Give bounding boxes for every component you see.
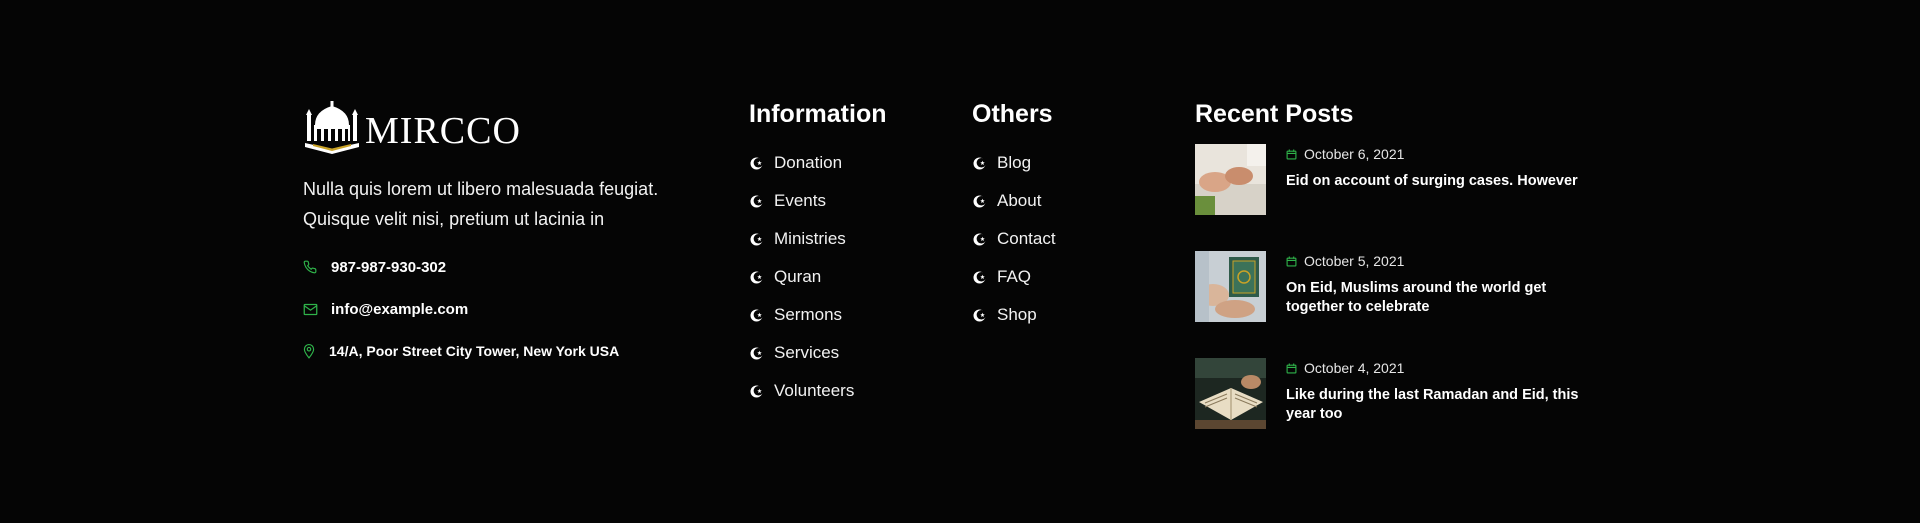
information-links: Donation Events Ministries Quran Sermons… [749,144,887,410]
mosque-logo-icon [305,101,359,154]
crescent-star-icon [749,155,765,171]
post-meta: October 4, 2021 Like during the last Ram… [1286,358,1615,424]
footer-link-contact[interactable]: Contact [972,220,1056,258]
footer-link-label: Blog [997,153,1032,172]
footer-link-label: FAQ [997,267,1032,286]
calendar-icon [1286,148,1298,160]
recent-post: October 6, 2021 Eid on account of surgin… [1195,144,1615,215]
others-heading: Others [972,100,1053,128]
calendar-icon [1286,362,1298,374]
recent-posts-column: Recent Posts October 6, 2021 Eid on acco… [1195,96,1615,465]
map-pin-icon [303,343,321,359]
post-date-text: October 4, 2021 [1304,360,1405,376]
contact-email[interactable]: info@example.com [303,288,703,330]
others-links: Blog About Contact FAQ Shop [972,144,1056,334]
crescent-star-icon [749,307,765,323]
footer-link-shop[interactable]: Shop [972,296,1056,334]
envelope-icon [303,303,321,316]
footer-link-label: Ministries [774,229,846,248]
contact-phone[interactable]: 987-987-930-302 [303,246,703,288]
phone-icon [303,260,321,274]
address-text: 14/A, Poor Street City Tower, New York U… [329,343,620,359]
post-thumbnail[interactable] [1195,144,1266,215]
contact-list: 987-987-930-302 info@example.com 14/A, P… [303,246,703,372]
post-meta: October 5, 2021 On Eid, Muslims around t… [1286,251,1615,317]
footer-link-label: Sermons [774,305,843,324]
email-address: info@example.com [331,300,469,318]
footer-link-label: Events [774,191,826,210]
recent-post: October 4, 2021 Like during the last Ram… [1195,358,1615,429]
recent-posts-heading: Recent Posts [1195,100,1354,128]
logo-text: MIRCCO [365,110,521,152]
about-text: Nulla quis lorem ut libero malesuada feu… [303,179,659,229]
footer-link-label: Volunteers [774,381,855,400]
post-thumbnail[interactable] [1195,251,1266,322]
footer-link-services[interactable]: Services [749,334,887,372]
footer-link-quran[interactable]: Quran [749,258,887,296]
post-date: October 6, 2021 [1286,144,1615,164]
post-meta: October 6, 2021 Eid on account of surgin… [1286,144,1615,191]
footer-link-about[interactable]: About [972,182,1056,220]
crescent-star-icon [972,193,988,209]
post-title-link[interactable]: Eid on account of surging cases. However [1286,172,1606,191]
footer-link-ministries[interactable]: Ministries [749,220,887,258]
footer-link-events[interactable]: Events [749,182,887,220]
phone-number: 987-987-930-302 [331,258,447,276]
crescent-star-icon [749,345,765,361]
crescent-star-icon [972,231,988,247]
crescent-star-icon [749,193,765,209]
others-column: Others Blog About Contact FAQ Shop [972,96,1056,334]
crescent-star-icon [749,269,765,285]
footer-link-blog[interactable]: Blog [972,144,1056,182]
site-footer: MIRCCO Nulla quis lorem ut libero malesu… [0,0,1920,523]
footer-link-faq[interactable]: FAQ [972,258,1056,296]
footer-link-volunteers[interactable]: Volunteers [749,372,887,410]
crescent-star-icon [972,307,988,323]
footer-brand: MIRCCO Nulla quis lorem ut libero malesu… [303,100,703,372]
post-title-link[interactable]: On Eid, Muslims around the world get tog… [1286,279,1606,317]
information-column: Information Donation Events Ministries Q… [749,96,887,410]
post-title-link[interactable]: Like during the last Ramadan and Eid, th… [1286,386,1606,424]
recent-posts-list: October 6, 2021 Eid on account of surgin… [1195,144,1615,429]
crescent-star-icon [749,231,765,247]
calendar-icon [1286,255,1298,267]
footer-link-label: Contact [997,229,1056,248]
crescent-star-icon [972,155,988,171]
recent-post: October 5, 2021 On Eid, Muslims around t… [1195,251,1615,322]
crescent-star-icon [749,383,765,399]
post-date: October 5, 2021 [1286,251,1615,271]
contact-address: 14/A, Poor Street City Tower, New York U… [303,330,703,372]
footer-link-label: Donation [774,153,843,172]
footer-link-label: About [997,191,1042,210]
crescent-star-icon [972,269,988,285]
footer-link-label: Services [774,343,840,362]
post-date-text: October 6, 2021 [1304,146,1405,162]
post-thumbnail[interactable] [1195,358,1266,429]
footer-link-label: Quran [774,267,822,286]
footer-link-label: Shop [997,305,1037,324]
post-date: October 4, 2021 [1286,358,1615,378]
footer-link-sermons[interactable]: Sermons [749,296,887,334]
post-date-text: October 5, 2021 [1304,253,1405,269]
information-heading: Information [749,100,887,128]
logo[interactable]: MIRCCO [303,100,703,156]
footer-link-donation[interactable]: Donation [749,144,887,182]
